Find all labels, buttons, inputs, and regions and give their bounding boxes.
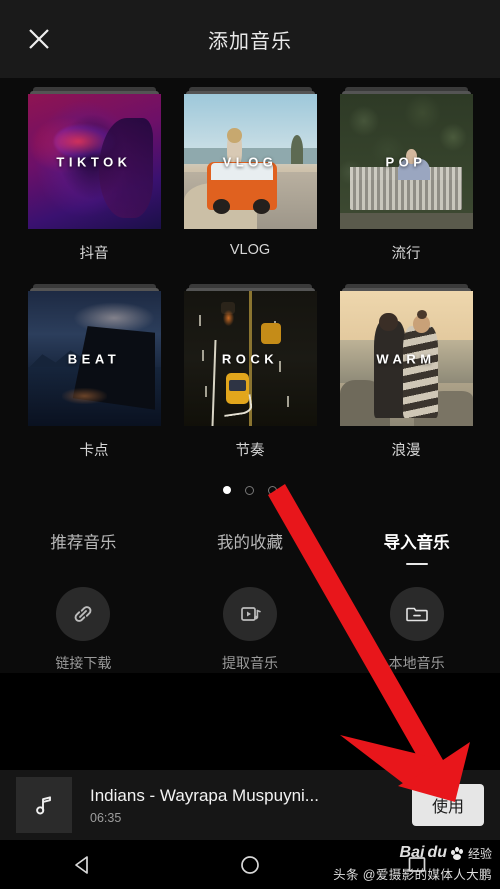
category-grid: TIKTOK 抖音 VLOG VLOG POP 流行 BEAT 卡点 ROCK … xyxy=(0,78,500,673)
card-label: 流行 xyxy=(391,246,421,262)
tab-recommended-music[interactable]: 推荐音乐 xyxy=(0,529,167,565)
pager-dot-1[interactable] xyxy=(223,486,231,494)
use-button[interactable]: 使用 xyxy=(411,784,484,826)
music-note-icon xyxy=(16,777,72,833)
tab-import-music[interactable]: 导入音乐 xyxy=(333,529,500,565)
now-playing-bar: Indians - Wayrapa Muspuyni... 06:35 使用 xyxy=(0,770,500,840)
card-artwork: TIKTOK xyxy=(27,94,161,229)
folder-icon xyxy=(389,587,444,641)
card-word: VLOG xyxy=(222,154,278,169)
header: 添加音乐 xyxy=(0,0,500,78)
card-stack: WARM xyxy=(339,284,473,426)
category-card-warm[interactable]: WARM 浪漫 xyxy=(339,284,473,460)
pager-dot-3[interactable] xyxy=(268,486,277,495)
track-meta: Indians - Wayrapa Muspuyni... 06:35 xyxy=(90,786,412,825)
link-icon xyxy=(56,587,111,641)
card-artwork: BEAT xyxy=(27,291,161,426)
card-artwork: WARM xyxy=(339,291,473,426)
tab-my-favorites[interactable]: 我的收藏 xyxy=(167,529,334,565)
action-link-download[interactable]: 链接下载 xyxy=(0,587,167,673)
card-artwork: VLOG xyxy=(183,94,317,229)
action-label: 本地音乐 xyxy=(388,655,445,671)
square-recents-icon[interactable] xyxy=(333,852,500,878)
card-word: ROCK xyxy=(221,351,279,366)
card-artwork: ROCK xyxy=(183,291,317,426)
circle-home-icon[interactable] xyxy=(167,852,334,878)
category-card-vlog[interactable]: VLOG VLOG xyxy=(183,87,317,263)
track-duration: 06:35 xyxy=(90,810,122,825)
category-card-pop[interactable]: POP 流行 xyxy=(339,87,473,263)
music-source-tabs: 推荐音乐 我的收藏 导入音乐 xyxy=(0,529,500,565)
triangle-back-icon[interactable] xyxy=(0,852,167,878)
card-stack: TIKTOK xyxy=(27,87,161,229)
import-actions: 链接下载 提取音乐 本地音乐 xyxy=(0,587,500,673)
action-label: 提取音乐 xyxy=(222,655,278,671)
card-artwork: POP xyxy=(339,94,473,229)
card-word: POP xyxy=(385,154,427,169)
card-word: WARM xyxy=(376,351,436,366)
card-label: 卡点 xyxy=(79,443,109,459)
track-title: Indians - Wayrapa Muspuyni... xyxy=(90,785,319,805)
card-label: 抖音 xyxy=(79,246,109,262)
card-word: BEAT xyxy=(67,351,121,366)
category-row-1: TIKTOK 抖音 VLOG VLOG POP 流行 xyxy=(0,87,500,263)
close-icon[interactable] xyxy=(22,22,56,56)
category-card-tiktok[interactable]: TIKTOK 抖音 xyxy=(27,87,161,263)
card-stack: VLOG xyxy=(183,87,317,229)
category-card-rock[interactable]: ROCK 节奏 xyxy=(183,284,317,460)
action-local-music[interactable]: 本地音乐 xyxy=(333,587,500,673)
category-row-2: BEAT 卡点 ROCK 节奏 WARM 浪漫 xyxy=(0,284,500,460)
card-label: 节奏 xyxy=(235,443,265,459)
pager-dot-2[interactable] xyxy=(245,486,254,495)
card-stack: BEAT xyxy=(27,284,161,426)
page-title: 添加音乐 xyxy=(208,30,292,53)
add-music-screen: 添加音乐 TIKTOK 抖音 VLOG VLOG POP 流行 BEAT 卡点 … xyxy=(0,0,500,889)
video-to-music-icon xyxy=(223,587,277,641)
android-navbar xyxy=(0,840,500,889)
action-extract-music[interactable]: 提取音乐 xyxy=(167,587,334,673)
pager-dots xyxy=(0,486,500,495)
card-word: TIKTOK xyxy=(56,154,132,169)
card-label: 浪漫 xyxy=(391,443,421,459)
category-card-beat[interactable]: BEAT 卡点 xyxy=(27,284,161,460)
action-label: 链接下载 xyxy=(55,655,112,671)
card-stack: ROCK xyxy=(183,284,317,426)
card-stack: POP xyxy=(339,87,473,229)
card-label: VLOG xyxy=(229,242,271,258)
